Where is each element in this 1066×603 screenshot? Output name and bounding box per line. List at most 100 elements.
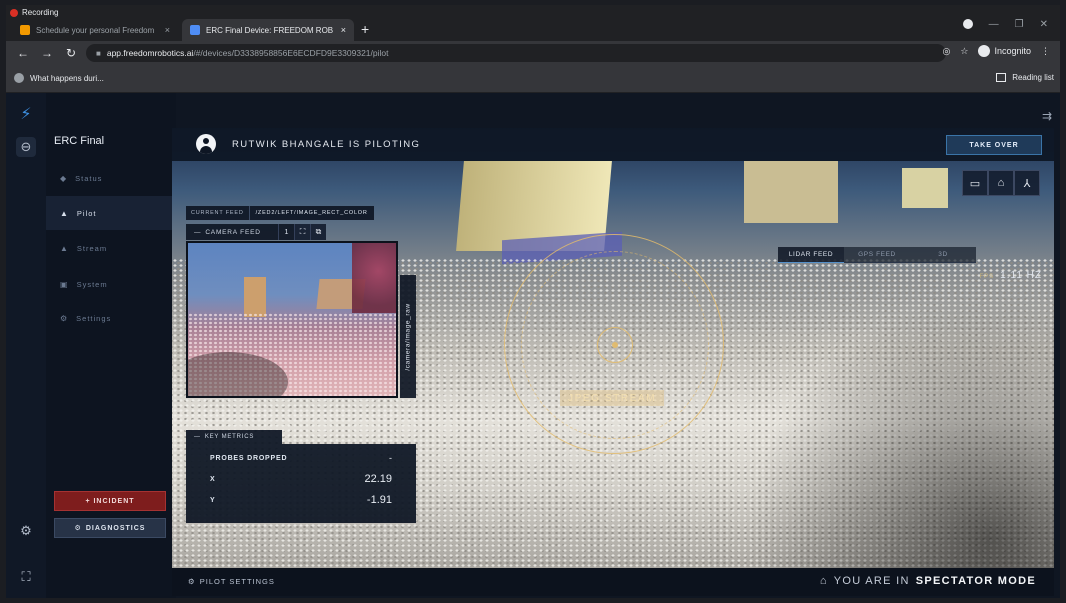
sidebar-item-pilot[interactable]: ▲ Pilot [46,196,174,230]
metric-key: X [210,475,216,483]
tab-title: ERC Final Device: FREEDOM ROB [206,25,334,35]
reading-list-icon [996,73,1007,82]
lock-icon: ■ [96,48,101,58]
device-title: ERC Final [54,135,105,147]
new-tab-button[interactable]: + [361,21,369,37]
robot-icon[interactable]: ⌂ [988,170,1014,196]
bookmark-item[interactable]: What happens duri... [14,73,104,83]
pilot-video-view[interactable]: RUTWIK BHANGALE IS PILOTING TAKE OVER ▭ … [172,128,1054,568]
reticle-dot [612,342,618,348]
sidebar-item-label: Pilot [76,208,97,218]
key-metrics-toggle[interactable]: — KEY METRICS [186,430,282,444]
sidebar-item-system[interactable]: ▣ System [46,267,174,301]
toolbar-actions: ◎ ☆ Incognito ⋮ [943,45,1050,57]
incognito-badge[interactable]: Incognito [978,45,1031,57]
close-icon[interactable]: × [341,25,346,35]
close-icon[interactable]: × [165,25,170,35]
scene-building [902,168,948,208]
sidebar-item-label: Settings [76,313,112,323]
pilot-icon: ▲ [60,208,69,218]
gears-icon: ⚙ [74,525,82,532]
browser-tabbar: Recording Schedule your personal Freedom… [6,5,1060,41]
key-metrics-label: KEY METRICS [204,434,255,440]
app-area: ⚡ ⊖ ⚙ ⛶ ERC Final ◆ Status ▲ Pilot ▲ Str… [6,93,1060,598]
tab-title: Schedule your personal Freedom [36,25,155,35]
status-icon: ◆ [60,173,68,183]
sidebar-item-label: Status [75,173,103,183]
recording-indicator: Recording [10,8,58,17]
back-icon[interactable]: ← [16,46,30,60]
incident-button[interactable]: + INCIDENT [54,491,166,511]
spectator-mode-indicator: ⌂ YOU ARE IN SPECTATOR MODE [820,575,1036,587]
more-menu-icon[interactable]: ⋮ [1041,46,1050,57]
robot-device-icon[interactable]: ⊖ [16,137,36,157]
pilot-settings-button[interactable]: ⚙ PILOT SETTINGS [188,577,275,586]
settings-icon: ⚙ [60,313,69,323]
tab-favicon-icon [190,25,200,35]
recording-label: Recording [22,8,59,17]
tab-3d[interactable]: 3D [910,247,976,263]
record-icon [10,8,18,17]
collapse-panel-icon[interactable]: ⇉ [1042,109,1052,123]
bookmark-star-icon[interactable]: ☆ [960,46,968,57]
sidebar-item-stream[interactable]: ▲ Stream [46,231,174,265]
view-tool-buttons: ▭ ⌂ ⅄ [962,170,1040,196]
collapse-icon: — [194,434,201,440]
collapse-icon: — [194,228,202,236]
device-sidebar: ERC Final ◆ Status ▲ Pilot ▲ Stream ▣ Sy… [46,93,176,598]
reading-list-label: Reading list [1012,73,1054,82]
system-icon: ▣ [60,279,69,289]
metric-value: 22.19 [364,473,392,485]
maximize-icon[interactable]: ❐ [1015,19,1024,30]
browser-tab-erc-final[interactable]: ERC Final Device: FREEDOM ROB × [182,19,354,41]
video-camera-icon[interactable]: ▭ [962,170,988,196]
fps-readout: FPS 1.11 HZ [979,270,1042,281]
url-path: /#/devices/D3338958856E6ECDFD9E3309321/p… [193,48,389,58]
pilot-status-bar: RUTWIK BHANGALE IS PILOTING TAKE OVER [172,128,1054,161]
bookmark-label: What happens duri... [30,73,104,83]
metric-key: Y [210,496,216,504]
tab-gps-feed[interactable]: GPS FEED [844,247,910,263]
icon-rail: ⚡ ⊖ ⚙ ⛶ [6,93,46,598]
sidebar-item-status[interactable]: ◆ Status [46,161,174,195]
diagnostics-button[interactable]: ⚙ DIAGNOSTICS [54,518,166,538]
record-status-icon [962,19,973,29]
reload-icon[interactable]: ↻ [64,46,78,60]
reading-list-button[interactable]: Reading list [996,73,1054,82]
close-window-icon[interactable]: ✕ [1040,19,1048,30]
current-feed-value[interactable]: /ZED2/LEFT/IMAGE_RECT_COLOR [248,206,374,220]
tab-lidar-feed[interactable]: LIDAR FEED [778,247,844,263]
incognito-label: Incognito [994,46,1031,56]
camera-feed-toggle[interactable]: — CAMERA FEED [186,224,278,240]
metric-row: PROBES DROPPED - [186,448,416,468]
expand-icon[interactable]: ⛶ [16,567,36,587]
scene-shadow [734,268,1054,568]
take-over-button[interactable]: TAKE OVER [946,135,1042,155]
sidebar-item-settings[interactable]: ⚙ Settings [46,301,174,335]
forward-icon[interactable]: → [40,46,54,60]
fps-label: FPS [979,274,995,280]
eye-off-icon[interactable]: ◎ [943,46,951,57]
minimize-icon[interactable]: — [989,19,999,30]
fps-value: 1.11 HZ [1000,270,1042,281]
scene-building [744,161,838,223]
gear-icon: ⚙ [188,577,196,586]
tab-favicon-icon [20,25,30,35]
fullscreen-icon[interactable]: ⛶ [294,224,310,240]
avatar [196,134,216,154]
camera-index[interactable]: 1 [278,224,294,240]
browser-tab-schedule[interactable]: Schedule your personal Freedom × [12,19,178,41]
sidebar-item-label: System [76,279,108,289]
spectator-icon: ⌂ [819,575,828,587]
inset-building [244,277,266,317]
inset-tree [352,243,396,313]
camera-feed-inset[interactable] [186,241,398,398]
arm-icon[interactable]: ⅄ [1014,170,1040,196]
lightning-logo-icon[interactable]: ⚡ [16,105,36,125]
crop-icon[interactable]: ⧉ [310,224,326,240]
current-feed-label: CURRENT FEED [186,206,249,220]
robot-arm-icon[interactable]: ⚙ [16,521,36,541]
pilot-settings-label: PILOT SETTINGS [199,577,275,586]
screen-frame: Recording Schedule your personal Freedom… [6,5,1060,598]
address-bar[interactable]: ■ app.freedomrobotics.ai /#/devices/D333… [86,44,946,62]
